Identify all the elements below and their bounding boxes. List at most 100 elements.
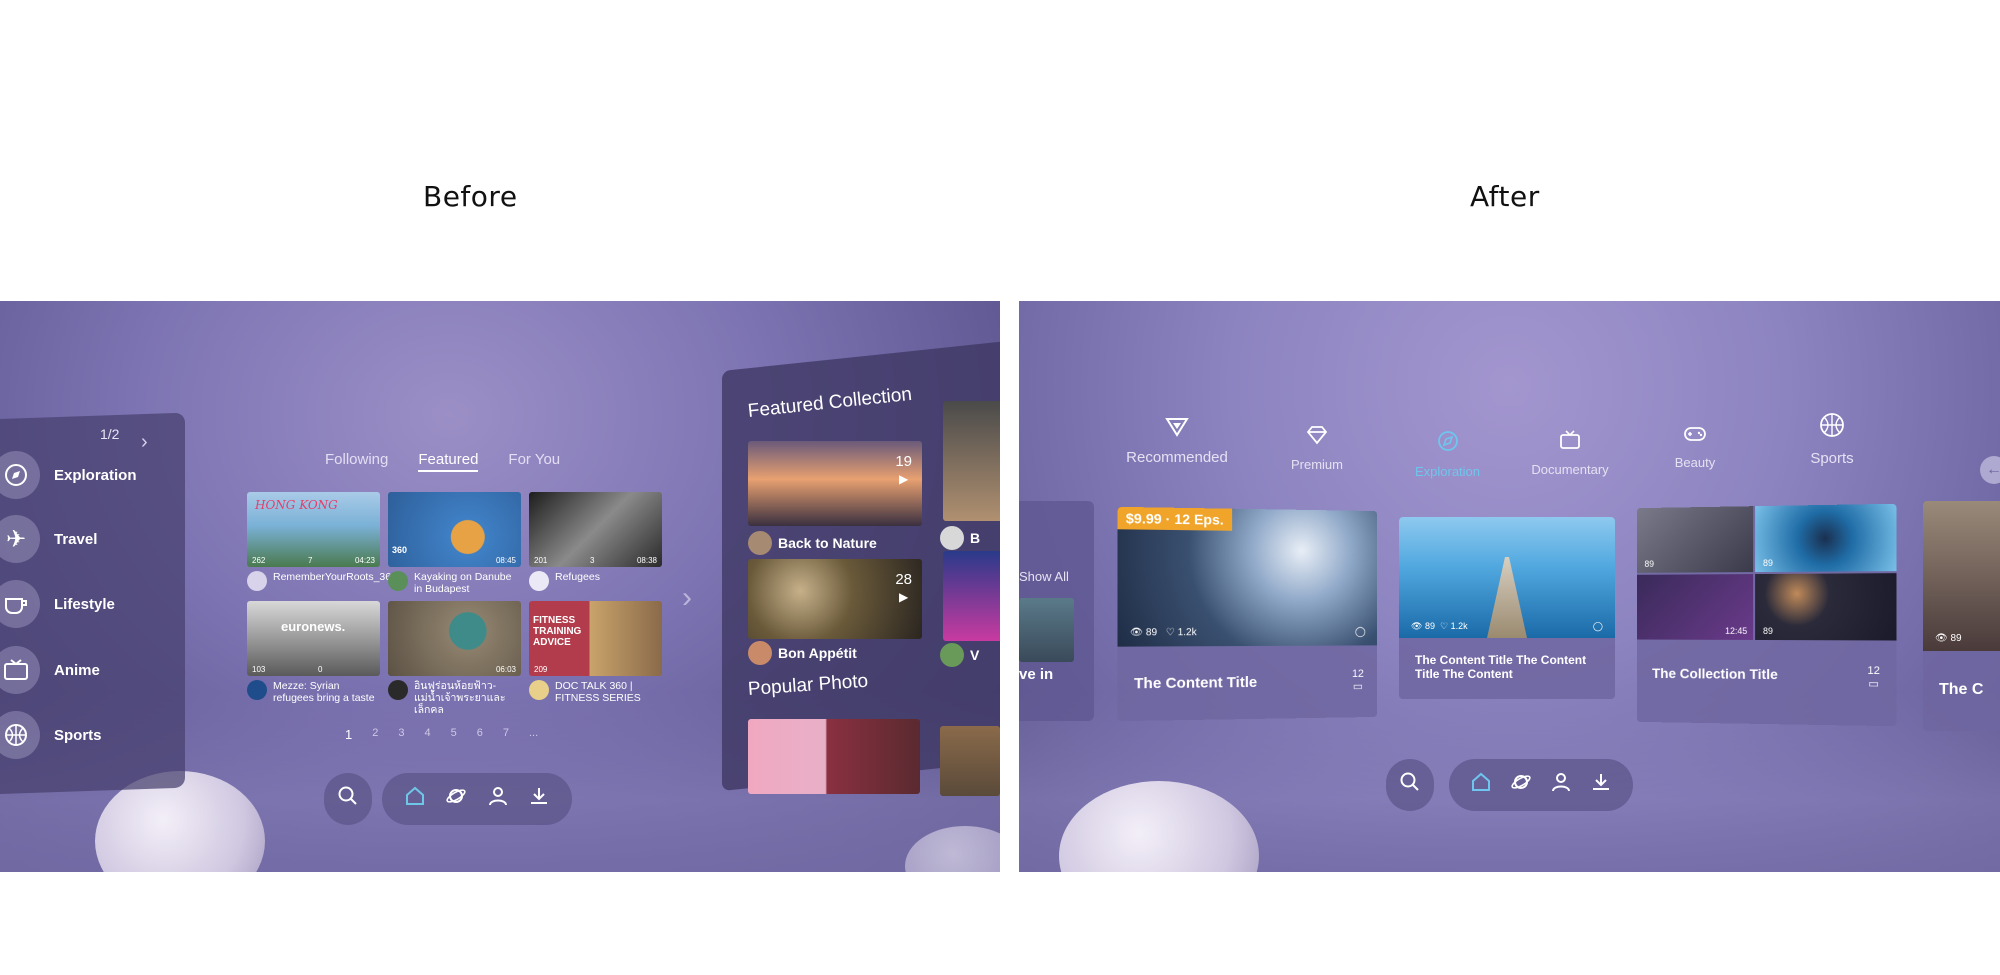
chevron-right-icon[interactable]: › (141, 431, 148, 454)
gamepad-icon (1655, 425, 1735, 449)
video-title: Refugees (555, 571, 600, 583)
eye-icon: 👁 (1129, 627, 1143, 639)
chevron-right-icon[interactable]: › (682, 581, 692, 615)
search-icon (1399, 771, 1421, 799)
card-thumbnail (1923, 501, 2000, 651)
content-card[interactable]: $9.99 · 12 Eps. 👁 89 ♡ 1.2k ◯ The Conten… (1117, 506, 1378, 722)
search-icon (337, 785, 359, 813)
pagination: 1 2 3 4 5 6 7 ... (345, 727, 538, 742)
views-count: 89 (1950, 633, 1962, 644)
page-7[interactable]: 7 (503, 727, 509, 742)
tab-label: Recommended (1126, 449, 1228, 466)
page-6[interactable]: 6 (477, 727, 483, 742)
category-lifestyle[interactable]: Lifestyle (0, 580, 115, 628)
avatar (247, 571, 267, 591)
video-card[interactable]: euronews. 103 0 Mezze: Syrian refugees b… (247, 601, 380, 716)
next-card-fragment[interactable]: 👁 89 The C (1923, 501, 2000, 731)
category-exploration[interactable]: Exploration (0, 451, 137, 499)
collection-item[interactable]: Bon Appétit (748, 641, 857, 665)
page-4[interactable]: 4 (424, 727, 430, 742)
page-5[interactable]: 5 (451, 727, 457, 742)
planet-icon[interactable] (1510, 771, 1532, 799)
vr-icon: ◯ (1354, 626, 1366, 638)
after-caption: After (1470, 180, 1540, 213)
tab-exploration[interactable]: Exploration (1400, 430, 1495, 479)
avatar (388, 571, 408, 591)
tab-beauty[interactable]: Beauty (1655, 425, 1735, 470)
thumb-stats: 103 0 (252, 665, 375, 674)
basketball-icon (1792, 412, 1872, 444)
category-travel[interactable]: ✈ Travel (0, 515, 97, 563)
price-badge: $9.99 · 12 Eps. (1117, 506, 1232, 531)
collection-item[interactable]: Back to Nature (748, 531, 877, 555)
search-button[interactable] (1386, 759, 1434, 811)
download-icon[interactable] (1590, 771, 1612, 799)
photo-thumbnail[interactable] (940, 726, 1000, 796)
page-more[interactable]: ... (529, 727, 538, 742)
avatar (529, 680, 549, 700)
collection-item[interactable]: B (940, 526, 980, 550)
views-count: 103 (252, 665, 266, 674)
user-icon[interactable] (487, 785, 509, 813)
page-2[interactable]: 2 (372, 727, 378, 742)
page-3[interactable]: 3 (398, 727, 404, 742)
tab-sports[interactable]: Sports (1792, 412, 1872, 467)
content-card[interactable]: 👁 89 ♡ 1.2k ◯ The Content Title The Cont… (1399, 517, 1615, 699)
category-label: Exploration (54, 466, 137, 484)
video-card[interactable]: FITNESS TRAINING ADVICE 209 DOC TALK 360… (529, 601, 662, 716)
video-card[interactable]: 360 08:45 Kayaking on Danube in Budapest (388, 492, 521, 595)
views-count: 262 (252, 556, 266, 565)
category-sports[interactable]: Sports (0, 711, 102, 759)
video-card[interactable]: HONG KONG 262 7 04:23 RememberYourRoots_… (247, 492, 397, 595)
before-caption: Before (423, 180, 518, 213)
tile-views: 89 (1763, 625, 1773, 637)
collection-card[interactable]: 89 89 12:45 89 The Collection Title 12 ▭ (1636, 503, 1897, 727)
arrow-left-icon[interactable]: ← (1980, 456, 2000, 484)
tab-featured[interactable]: Featured (418, 451, 479, 472)
thumb-overlay-text: FITNESS TRAINING ADVICE (533, 615, 582, 648)
episode-count: 12 ▭ (1867, 664, 1880, 691)
tab-recommended[interactable]: Recommended (1112, 417, 1242, 466)
category-label: Anime (54, 661, 100, 679)
duration: 06:03 (495, 665, 516, 674)
category-anime[interactable]: Anime (0, 646, 100, 694)
page-1[interactable]: 1 (345, 727, 352, 742)
video-card[interactable]: 06:03 อินฟูร่อนห้อยฟ้าว- แม่น้ำเจ้าพระยา… (388, 601, 521, 716)
feed-tabs: Following Featured For You (325, 451, 560, 472)
tab-following[interactable]: Following (325, 451, 388, 472)
card-stats: 👁 89 (1935, 633, 2000, 644)
download-icon[interactable] (528, 785, 550, 813)
user-icon[interactable] (1550, 771, 1572, 799)
category-label: Travel (54, 530, 98, 548)
video-title: Kayaking on Danube in Budapest (414, 571, 512, 595)
photo-thumbnail[interactable] (748, 719, 920, 794)
collection-thumbnail[interactable] (943, 401, 1000, 521)
card-stats: 👁 89 ♡ 1.2k ◯ (1130, 627, 1366, 639)
video-card[interactable]: 201 3 08:38 Refugees (529, 492, 662, 595)
tab-for-you[interactable]: For You (508, 451, 560, 472)
episode-count: 12 ▭ (1352, 668, 1364, 693)
thumb-overlay-text: HONG KONG (255, 498, 338, 512)
tv-icon (1520, 430, 1620, 456)
bottom-nav (382, 773, 572, 825)
collection-thumbnail[interactable] (943, 551, 1000, 641)
tab-documentary[interactable]: Documentary (1520, 430, 1620, 477)
after-screenshot: Recommended Premium Exploration Document… (1019, 301, 2000, 872)
home-icon[interactable] (404, 785, 426, 813)
collection-item[interactable]: V (940, 643, 979, 667)
show-all-link[interactable]: Show All (1019, 569, 1069, 584)
search-button[interactable] (324, 773, 372, 825)
tab-premium[interactable]: Premium (1272, 425, 1362, 472)
video-title: อินฟูร่อนห้อยฟ้าว- แม่น้ำเจ้าพระยาและเล็… (414, 680, 506, 716)
avatar (940, 526, 964, 550)
thumb-stats: 06:03 (393, 665, 516, 674)
home-icon[interactable] (1470, 771, 1492, 799)
video-title: Mezze: Syrian refugees bring a taste (273, 680, 375, 704)
views-count: 89 (1424, 621, 1435, 631)
collection-thumbnail[interactable]: 19 ▶ (748, 441, 922, 526)
planet-icon[interactable] (445, 785, 467, 813)
likes-count: 1.2k (1450, 621, 1468, 631)
thumb-stats: 209 (534, 665, 657, 674)
tab-label: Beauty (1674, 455, 1716, 470)
collection-thumbnail[interactable]: 28 ▶ (748, 559, 922, 639)
